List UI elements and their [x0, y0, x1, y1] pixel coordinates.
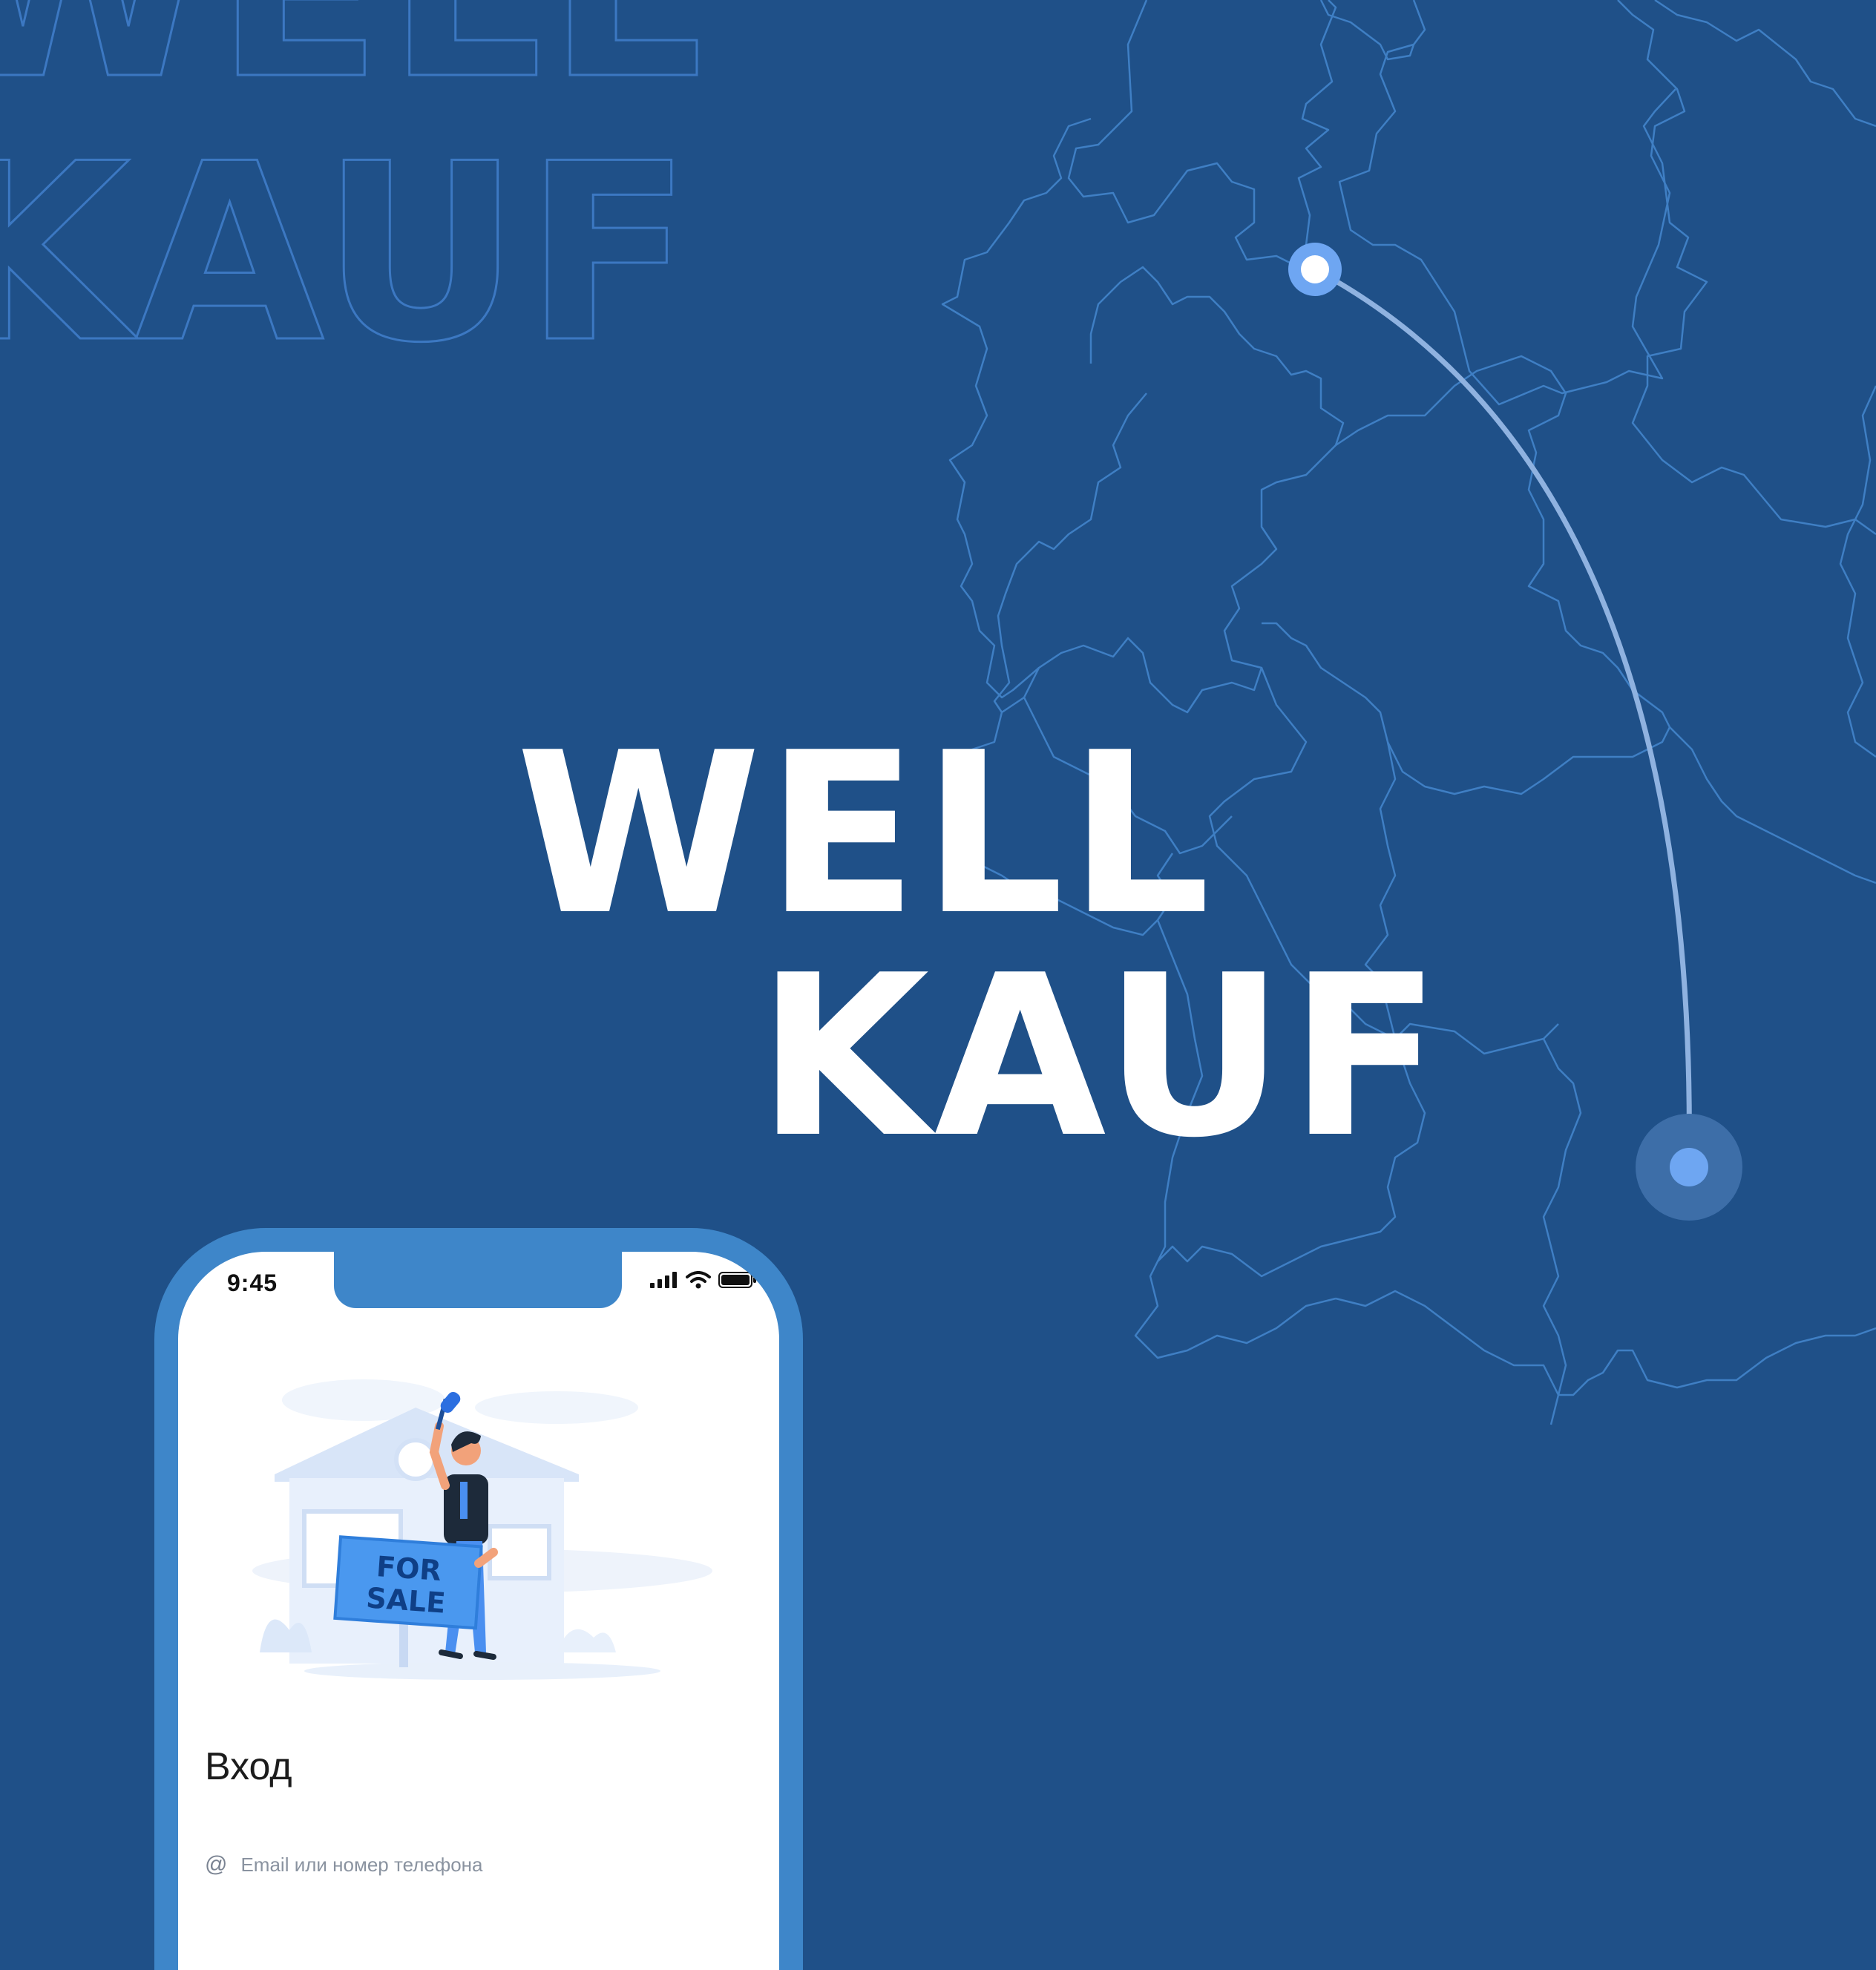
sign-line1: FOR	[375, 1550, 442, 1587]
route-start-marker-center	[1301, 255, 1329, 283]
route-end-marker	[1670, 1148, 1708, 1186]
region-border-south-2	[1542, 1038, 1582, 1425]
battery-icon	[718, 1272, 756, 1288]
signal-bars-icon	[650, 1272, 677, 1288]
phone-notch	[334, 1252, 622, 1308]
title-line2: KAUF	[757, 927, 1446, 1186]
at-icon: @	[205, 1852, 228, 1877]
title-line1: WELL	[516, 705, 1216, 964]
sign-line2: SALE	[365, 1581, 447, 1619]
status-time: 9:45	[227, 1270, 278, 1296]
region-border-east	[1654, 0, 1876, 128]
email-field[interactable]	[240, 1853, 612, 1877]
region-border-bavaria	[1335, 1290, 1876, 1396]
region-border-northeast	[1338, 0, 1686, 406]
status-icons	[650, 1271, 757, 1289]
outline-title-line2: KAUF	[0, 111, 697, 396]
phone-mockup: 9:45 FOR SALE Вход @ Email или номер тел…	[154, 1228, 803, 1970]
region-border-northwest	[941, 117, 1092, 699]
region-border-north	[1067, 0, 1337, 265]
region-border-east-2	[1631, 88, 1876, 536]
region-border-central	[993, 266, 1345, 714]
login-title: Вход	[205, 1745, 292, 1788]
wifi-icon	[686, 1271, 711, 1289]
background-outline-title: WELL KAUF	[0, 0, 708, 387]
region-border-far-east	[1839, 385, 1876, 758]
main-title: WELL KAUF	[516, 723, 1446, 1169]
email-field-row[interactable]: @	[205, 1852, 612, 1877]
region-border-south-east	[1669, 726, 1876, 884]
for-sale-illustration: FOR SALE	[245, 1356, 720, 1704]
phone-screen: 9:45 FOR SALE Вход @ Email или номер тел…	[178, 1252, 779, 1970]
